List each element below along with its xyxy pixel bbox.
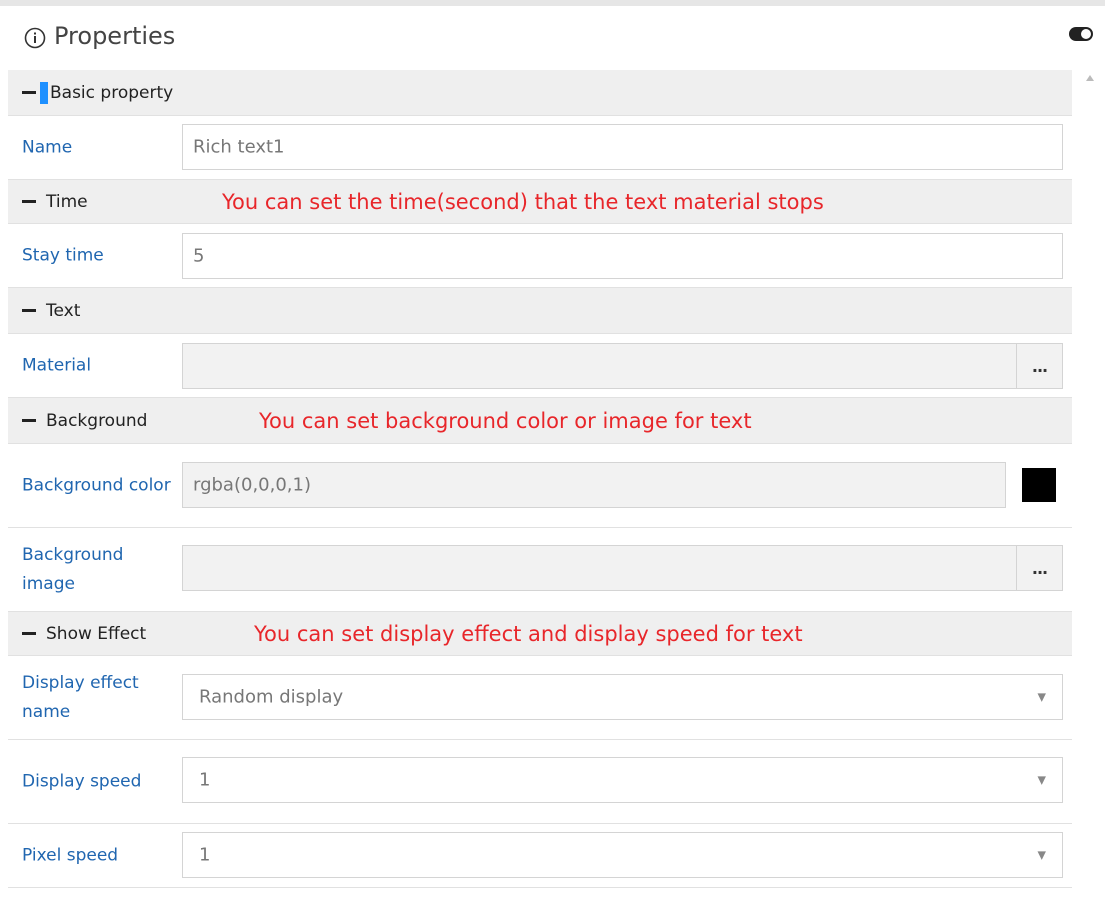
scroll-up-arrow-icon[interactable] [1085,74,1095,82]
color-swatch[interactable] [1022,468,1056,502]
collapse-icon[interactable] [22,419,36,422]
chevron-down-icon: ▼ [1037,773,1046,787]
pixel-speed-value: 1 [199,844,211,866]
info-circle-icon [24,27,46,49]
stay-time-input[interactable]: 5 [182,233,1063,279]
collapse-icon[interactable] [22,91,36,94]
background-color-input[interactable]: rgba(0,0,0,1) [182,462,1006,508]
row-material: Material ... [8,334,1072,398]
collapse-icon[interactable] [22,200,36,203]
background-image-input[interactable]: ... [182,545,1063,591]
name-value: Rich text1 [193,136,285,158]
collapse-icon[interactable] [22,309,36,312]
display-effect-select[interactable]: Random display ▼ [182,674,1063,720]
section-time[interactable]: Time You can set the time(second) that t… [8,180,1072,224]
pixel-speed-label: Pixel speed [22,845,119,865]
section-text[interactable]: Text [8,288,1072,334]
time-annotation: You can set the time(second) that the te… [222,189,824,214]
display-effect-value: Random display [199,686,344,708]
panel-title: Properties [54,22,176,50]
display-speed-value: 1 [199,769,211,791]
background-color-value: rgba(0,0,0,1) [193,474,311,496]
stay-time-label: Stay time [22,245,104,265]
stay-time-value: 5 [193,245,205,267]
row-name: Name Rich text1 [8,116,1072,180]
row-background-color: Background color rgba(0,0,0,1) [8,444,1072,528]
row-background-image: Background image ... [8,528,1072,612]
effect-annotation: You can set display effect and display s… [254,621,803,646]
background-color-label: Background color [22,475,171,495]
section-label: Time [46,191,88,212]
collapse-icon[interactable] [22,632,36,635]
row-display-speed: Display speed 1 ▼ [8,740,1072,824]
pixel-speed-select[interactable]: 1 ▼ [182,832,1063,878]
row-pixel-speed: Pixel speed 1 ▼ [8,824,1072,888]
section-label: Text [46,300,81,321]
section-label: Show Effect [46,623,147,644]
name-label: Name [22,137,73,157]
panel-header: Properties [0,6,1064,72]
chevron-down-icon: ▼ [1037,690,1046,704]
background-annotation: You can set background color or image fo… [259,408,752,433]
display-speed-label: Display speed [22,771,142,791]
display-speed-select[interactable]: 1 ▼ [182,757,1063,803]
row-display-effect-name: Display effect name Random display ▼ [8,656,1072,740]
section-background[interactable]: Background You can set background color … [8,398,1072,444]
scrollbar[interactable] [1077,70,1103,897]
section-show-effect[interactable]: Show Effect You can set display effect a… [8,612,1072,656]
chevron-down-icon: ▼ [1037,848,1046,862]
display-effect-name-label: Display effect name [22,672,139,722]
section-label: Background [46,410,148,431]
material-input[interactable]: ... [182,343,1063,389]
cursor-highlight [40,81,48,104]
toggle-switch-icon[interactable] [1069,26,1093,42]
section-basic-property[interactable]: Basic property [8,70,1072,116]
section-label: Basic property [50,82,174,103]
material-browse-button[interactable]: ... [1016,344,1062,388]
name-input[interactable]: Rich text1 [182,124,1063,170]
row-stay-time: Stay time 5 [8,224,1072,288]
material-label: Material [22,355,92,375]
background-image-browse-button[interactable]: ... [1016,546,1062,590]
background-image-label: Background image [22,544,124,594]
